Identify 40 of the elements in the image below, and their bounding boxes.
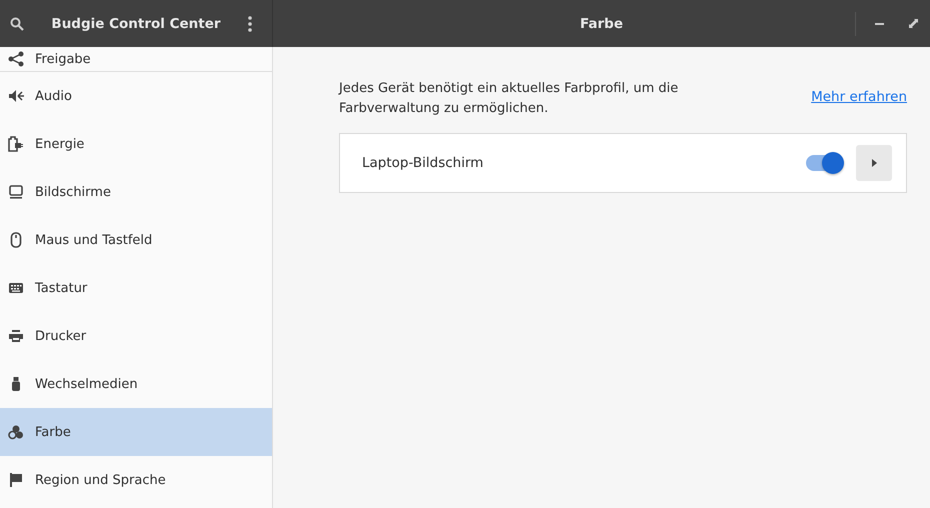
sidebar-item[interactable]: Drucker bbox=[0, 312, 272, 360]
sidebar-label: Freigabe bbox=[35, 52, 91, 66]
speaker-icon bbox=[8, 88, 24, 104]
printer-icon bbox=[8, 328, 24, 344]
menu-icon[interactable] bbox=[248, 16, 252, 32]
sidebar-item[interactable]: Bildschirme bbox=[0, 168, 272, 216]
sidebar-item[interactable]: Maus und Tastfeld bbox=[0, 216, 272, 264]
info-text: Jedes Gerät benötigt ein aktuelles Farbprofil, um die Farbverwaltung zu ermöglichen. bbox=[339, 80, 680, 118]
sidebar-label: Bildschirme bbox=[35, 184, 111, 200]
mouse-icon bbox=[8, 232, 24, 248]
sidebar-label: Farbe bbox=[35, 424, 71, 440]
sidebar-label: Audio bbox=[35, 88, 72, 104]
flag-icon bbox=[8, 472, 24, 488]
monitor-icon bbox=[8, 184, 24, 200]
sidebar-label: Tastatur bbox=[35, 280, 88, 296]
maximize-icon bbox=[908, 19, 918, 28]
sidebar-item[interactable]: Energie bbox=[0, 120, 272, 168]
app-title: Budgie Control Center bbox=[51, 16, 221, 32]
sidebar-item[interactable]: Region und Sprache bbox=[0, 456, 272, 504]
sidebar-label: Maus und Tastfeld bbox=[35, 232, 152, 248]
sidebar-item[interactable]: Freigabe bbox=[0, 47, 272, 72]
circles-icon bbox=[8, 424, 24, 440]
sidebar-item[interactable]: Tastatur bbox=[0, 264, 272, 312]
sidebar-label: Region und Sprache bbox=[35, 472, 166, 488]
sidebar-item[interactable]: Wechselmedien bbox=[0, 360, 272, 408]
triangle-icon bbox=[872, 159, 876, 167]
battery-plug-icon bbox=[8, 136, 24, 152]
search-icon[interactable] bbox=[10, 16, 24, 30]
minimize-icon bbox=[874, 22, 884, 24]
learn-more-link[interactable]: Mehr erfahren bbox=[811, 89, 907, 105]
share-icon bbox=[8, 51, 24, 67]
sidebar-label: Wechselmedien bbox=[35, 376, 138, 392]
device-name: Laptop-Bildschirm bbox=[362, 155, 484, 171]
toggle-switch[interactable] bbox=[806, 155, 842, 171]
keyboard-icon bbox=[8, 280, 24, 296]
window-title: Farbe bbox=[580, 16, 624, 32]
sidebar-label: Drucker bbox=[35, 328, 86, 344]
sidebar-item[interactable]: Audio bbox=[0, 72, 272, 120]
sidebar-label: Energie bbox=[35, 136, 84, 152]
sidebar-item[interactable]: Farbe bbox=[0, 408, 272, 456]
